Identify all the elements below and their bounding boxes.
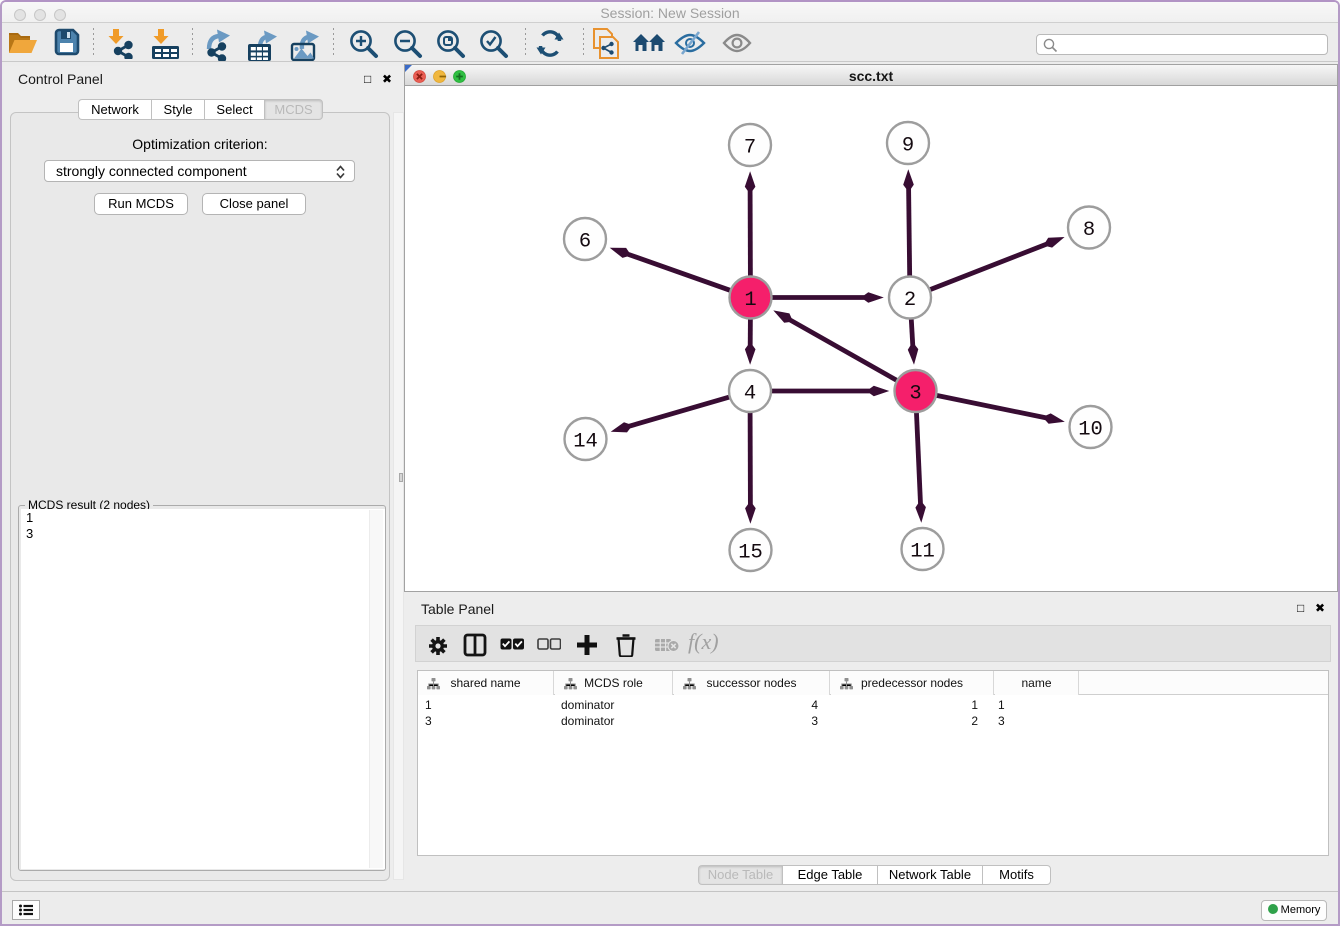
svg-text:3: 3 [909, 382, 921, 405]
svg-text:10: 10 [1078, 418, 1103, 441]
svg-text:2: 2 [904, 289, 916, 312]
svg-text:4: 4 [744, 382, 756, 405]
svg-text:6: 6 [579, 230, 591, 253]
svg-text:14: 14 [573, 430, 598, 453]
svg-text:1: 1 [744, 289, 756, 312]
svg-text:15: 15 [738, 541, 763, 564]
svg-text:8: 8 [1083, 219, 1095, 242]
svg-text:11: 11 [910, 540, 935, 563]
svg-text:9: 9 [902, 134, 914, 157]
svg-text:7: 7 [744, 136, 756, 159]
